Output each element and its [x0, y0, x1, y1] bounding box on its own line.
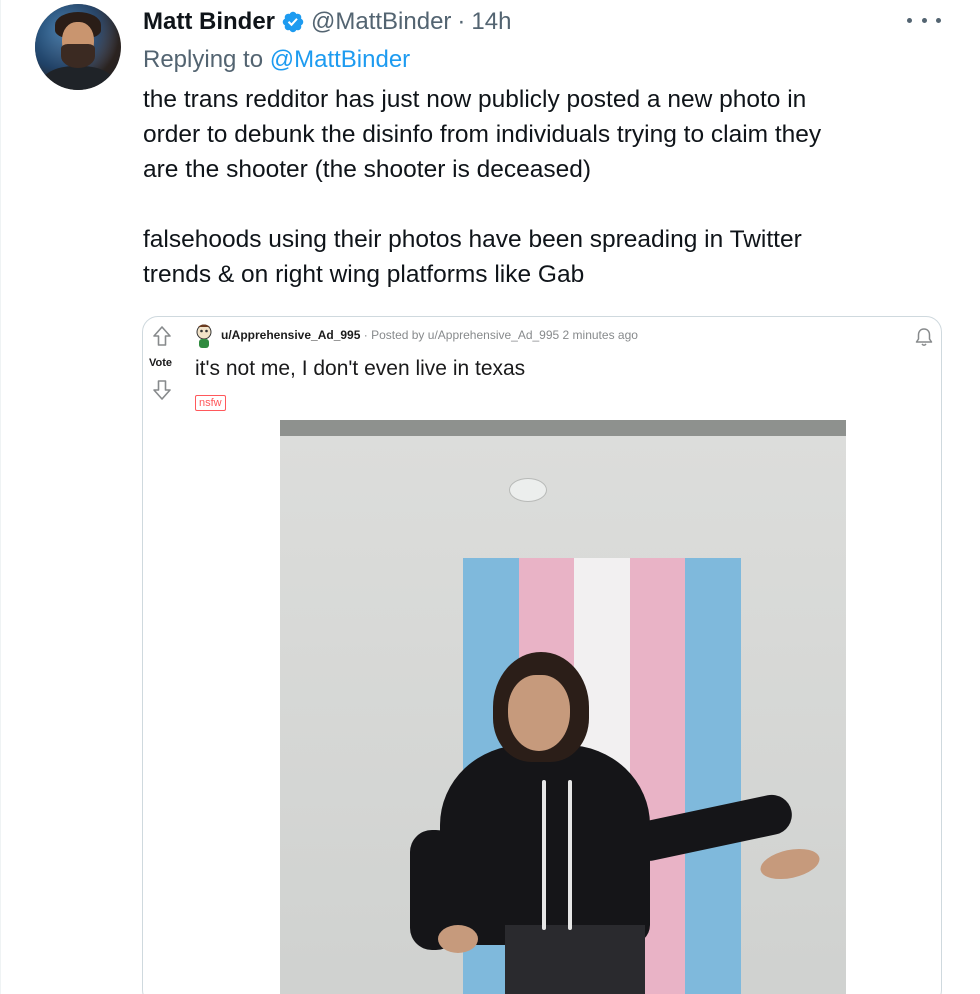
reddit-user-avatar-icon	[196, 324, 212, 348]
embedded-reddit-screenshot[interactable]: Vote u/Apprehensive_Ad_995 · Posted by u…	[142, 316, 942, 994]
vote-label: Vote	[149, 357, 173, 369]
tweet-text-line: order to debunk the disinfo from individ…	[143, 121, 822, 148]
tweet: Matt Binder @MattBinder · 14h Replying t…	[0, 0, 980, 994]
reddit-post-meta: u/Apprehensive_Ad_995 · Posted by u/Appr…	[221, 328, 638, 342]
tweet-timestamp[interactable]: 14h	[471, 8, 511, 36]
downvote-arrow-icon[interactable]	[152, 379, 172, 401]
post-photo[interactable]	[280, 420, 846, 994]
replying-prefix: Replying to	[143, 46, 264, 73]
smoke-detector	[509, 478, 547, 502]
replying-to-mention[interactable]: @MattBinder	[270, 46, 410, 73]
notification-bell-icon[interactable]	[913, 326, 935, 348]
upvote-arrow-icon[interactable]	[152, 325, 172, 347]
reddit-username[interactable]: u/Apprehensive_Ad_995	[221, 328, 360, 342]
more-options-icon[interactable]	[907, 10, 941, 30]
tweet-text-line: are the shooter (the shooter is deceased…	[143, 156, 592, 183]
author-handle[interactable]: @MattBinder	[311, 8, 451, 36]
tweet-text-line: falsehoods using their photos have been …	[143, 226, 802, 253]
reddit-posted-by: · Posted by u/Apprehensive_Ad_995 2 minu…	[363, 328, 638, 342]
reddit-post-title[interactable]: it's not me, I don't even live in texas	[195, 357, 525, 381]
tweet-text-line: trends & on right wing platforms like Ga…	[143, 261, 585, 288]
replying-to-line: Replying to @MattBinder	[143, 46, 410, 74]
tweet-text-line: the trans redditor has just now publicly…	[143, 86, 807, 113]
person-face	[508, 675, 570, 751]
nsfw-tag: nsfw	[195, 395, 226, 411]
author-name[interactable]: Matt Binder	[143, 8, 275, 36]
verified-badge-icon	[282, 11, 304, 33]
author-avatar[interactable]	[35, 4, 121, 90]
separator-dot: ·	[457, 8, 466, 35]
tweet-text: the trans redditor has just now publicly…	[143, 82, 943, 292]
tweet-header: Matt Binder @MattBinder · 14h	[143, 6, 511, 38]
